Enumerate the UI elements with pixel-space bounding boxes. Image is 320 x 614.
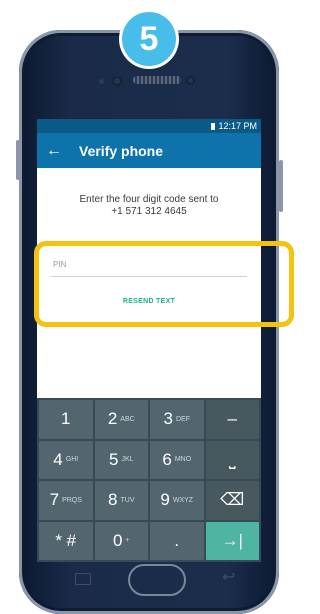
key-main-label: 4 bbox=[53, 449, 63, 469]
back-nav-icon[interactable]: ↩ bbox=[222, 567, 235, 587]
key-main-label: * # bbox=[55, 530, 77, 550]
key-1-1[interactable]: 5 JKL bbox=[94, 440, 148, 479]
key-3-3[interactable]: →| bbox=[205, 521, 259, 560]
phone-screen: 12:17 PM ← Verify phone Enter the four d… bbox=[37, 119, 261, 562]
key-main-label: 1 bbox=[61, 409, 71, 429]
key-1-3[interactable]: ⎵ bbox=[205, 440, 259, 479]
status-bar: 12:17 PM bbox=[37, 119, 261, 133]
instructions-text: Enter the four digit code sent to +1 571… bbox=[37, 194, 261, 218]
key-sub-label: TUV bbox=[120, 496, 135, 504]
key-main-label: →| bbox=[221, 530, 243, 550]
key-main-label: – bbox=[227, 409, 237, 429]
key-sub-label: WXYZ bbox=[172, 496, 194, 504]
key-main-label: 3 bbox=[163, 409, 173, 429]
page-title: Verify phone bbox=[79, 142, 164, 159]
key-1-2[interactable]: 6 MNO bbox=[150, 440, 204, 479]
step-badge: 5 bbox=[122, 12, 176, 66]
key-main-label: 5 bbox=[108, 449, 119, 469]
app-bar: ← Verify phone bbox=[37, 133, 261, 168]
key-sub-label: PRQS bbox=[62, 496, 82, 504]
key-main-label: 0 bbox=[112, 530, 123, 550]
key-2-3[interactable]: ⌫ bbox=[205, 481, 259, 520]
key-2-1[interactable]: 8 TUV bbox=[94, 481, 148, 520]
key-2-2[interactable]: 9 WXYZ bbox=[150, 481, 204, 520]
key-main-label: 7 bbox=[49, 490, 60, 510]
sensor-icon bbox=[99, 79, 104, 84]
key-main-label: 8 bbox=[108, 490, 118, 510]
key-sub-label: JKL bbox=[121, 456, 134, 464]
volume-button bbox=[16, 140, 20, 180]
status-time: 12:17 PM bbox=[218, 121, 257, 131]
key-3-1[interactable]: 0 + bbox=[94, 521, 148, 560]
key-main-label: 2 bbox=[107, 409, 118, 429]
key-sub-label: ABC bbox=[120, 415, 135, 423]
pin-underline bbox=[51, 276, 247, 277]
key-sub-label: + bbox=[125, 537, 130, 545]
battery-icon bbox=[211, 123, 216, 130]
key-main-label: 9 bbox=[160, 490, 170, 510]
front-camera-icon bbox=[186, 76, 195, 85]
phone-number: +1 571 312 4645 bbox=[111, 206, 187, 217]
pin-input[interactable]: PIN bbox=[53, 260, 66, 269]
verify-content: Enter the four digit code sent to +1 571… bbox=[37, 168, 261, 398]
key-main-label: ⎵ bbox=[228, 449, 236, 469]
key-sub-label: GHI bbox=[65, 456, 79, 464]
key-3-0[interactable]: * # bbox=[39, 521, 93, 560]
key-main-label: . bbox=[174, 530, 180, 550]
key-3-2[interactable]: . bbox=[150, 521, 204, 560]
resend-text-button[interactable]: RESEND TEXT bbox=[37, 298, 261, 305]
key-2-0[interactable]: 7 PRQS bbox=[39, 481, 93, 520]
numeric-keypad: 1 2 ABC 3 DEF –4 GHI 5 JKL 6 MNO ⎵ 7 PRQS 8 TUV 9 WXYZ ⌫ * … bbox=[37, 398, 261, 562]
home-button[interactable] bbox=[128, 564, 186, 596]
key-0-0[interactable]: 1 bbox=[39, 400, 93, 439]
key-main-label: ⌫ bbox=[220, 490, 245, 510]
key-0-1[interactable]: 2 ABC bbox=[94, 400, 148, 439]
power-button bbox=[279, 160, 283, 212]
key-0-2[interactable]: 3 DEF bbox=[150, 400, 204, 439]
key-1-0[interactable]: 4 GHI bbox=[39, 440, 93, 479]
instructions-line1: Enter the four digit code sent to bbox=[79, 194, 219, 205]
back-arrow-icon[interactable]: ← bbox=[37, 142, 71, 160]
key-main-label: 6 bbox=[162, 449, 172, 469]
key-sub-label: MNO bbox=[174, 456, 192, 464]
proximity-sensor-icon bbox=[112, 76, 122, 86]
earpiece-speaker bbox=[133, 76, 181, 84]
key-sub-label: DEF bbox=[175, 415, 190, 423]
key-0-3[interactable]: – bbox=[205, 400, 259, 439]
recent-apps-icon[interactable] bbox=[75, 573, 91, 585]
